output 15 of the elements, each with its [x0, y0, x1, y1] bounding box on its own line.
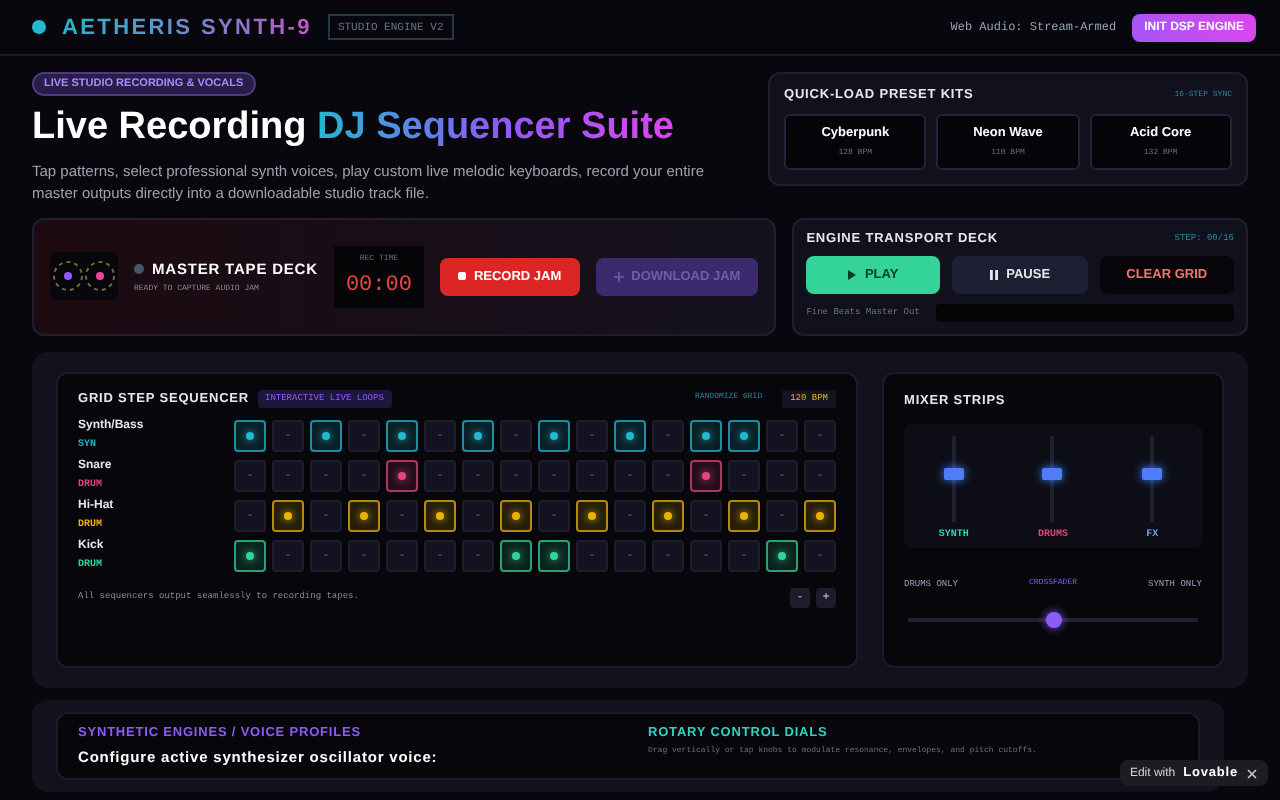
play-icon: [848, 269, 857, 279]
fader-thumb[interactable]: [1042, 467, 1063, 480]
crossfader-knob[interactable]: [1045, 611, 1061, 627]
hero-title: Live Recording DJ Sequencer Suite: [32, 106, 676, 150]
record-icon: [457, 272, 466, 280]
tape-reels-icon: [50, 252, 118, 300]
close-icon[interactable]: [1246, 767, 1258, 779]
brand-title: AETHERIS SYNTH-9: [62, 15, 312, 39]
fader-thumb[interactable]: [1142, 467, 1163, 480]
status-dot: [32, 20, 46, 34]
plus-icon: [613, 271, 624, 281]
fader-thumb[interactable]: [943, 467, 964, 480]
pause-icon: [990, 269, 999, 279]
step-pad[interactable]: [690, 459, 722, 491]
step-pad[interactable]: [386, 459, 418, 491]
